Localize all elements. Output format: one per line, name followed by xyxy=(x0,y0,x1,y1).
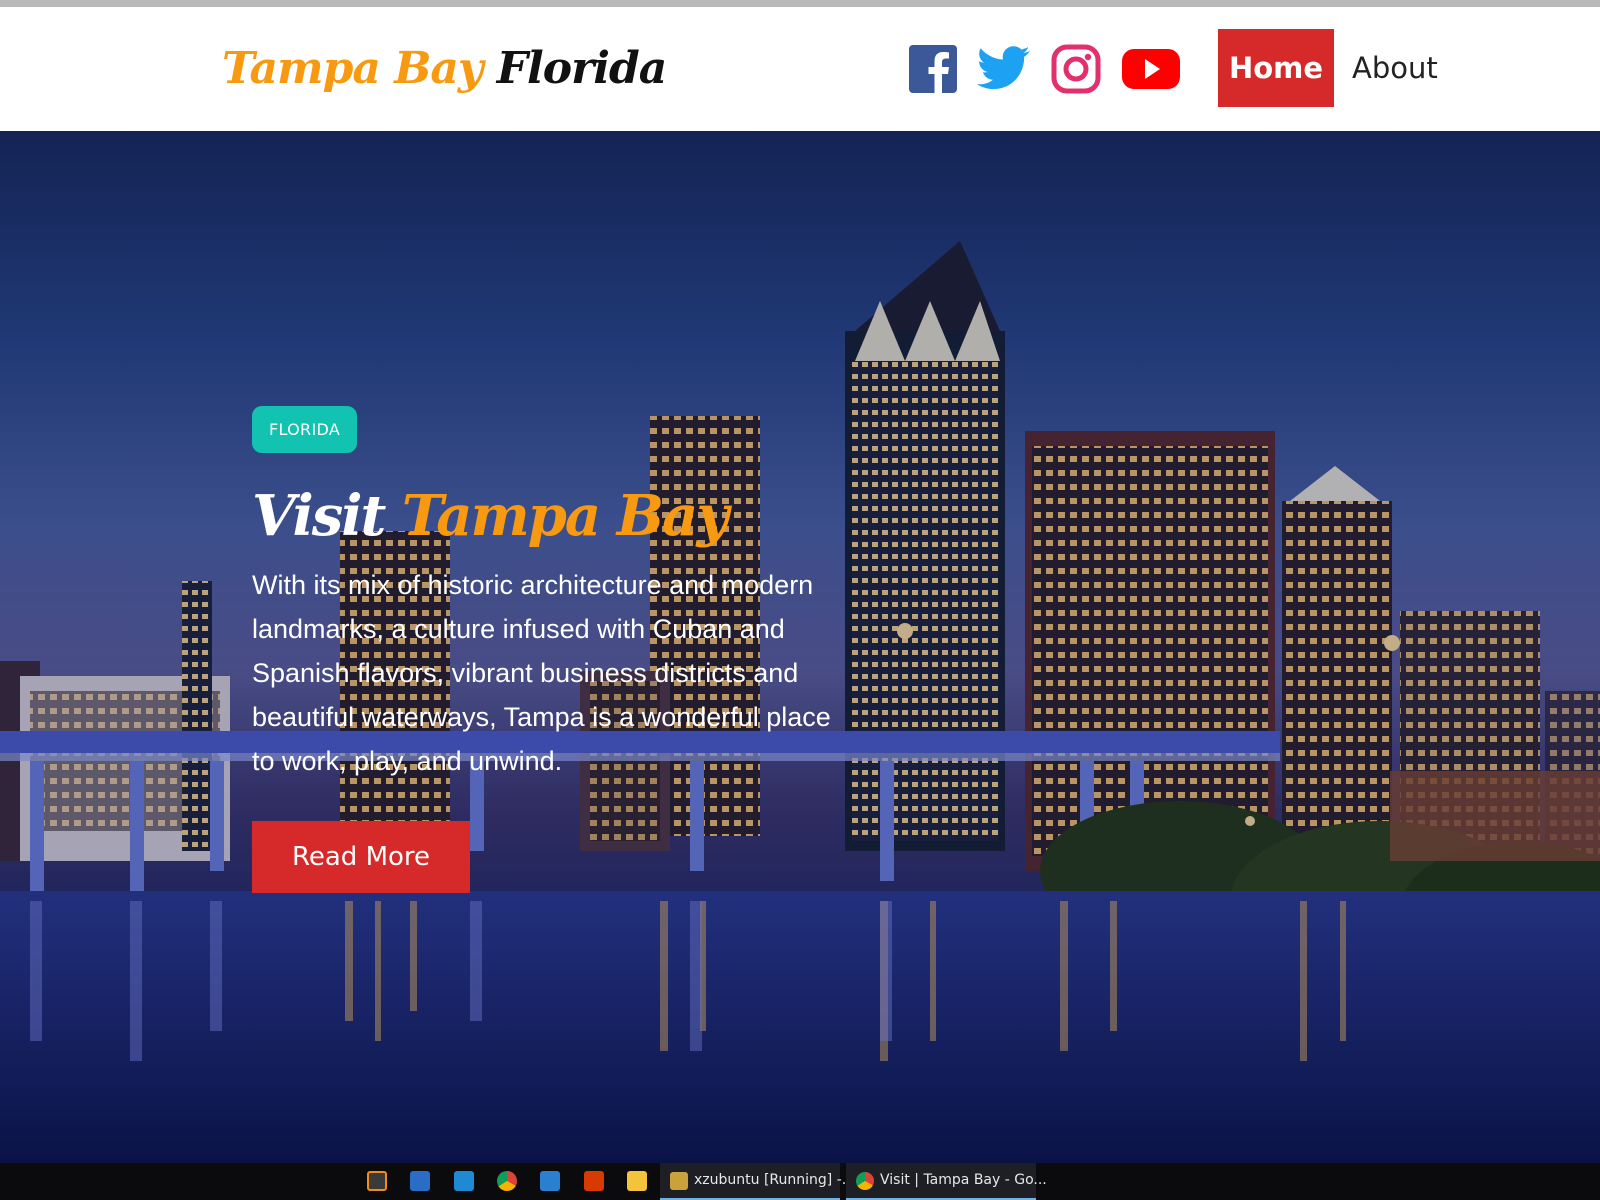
logo-text-tampa-bay: Tampa Bay xyxy=(222,43,483,94)
mail-icon[interactable] xyxy=(410,1171,430,1191)
youtube-icon[interactable] xyxy=(1121,43,1181,95)
virtualbox-icon xyxy=(670,1172,688,1190)
read-more-button[interactable]: Read More xyxy=(252,821,470,893)
photos-icon[interactable] xyxy=(540,1171,560,1191)
taskbar-task-virtualbox[interactable]: xzubuntu [Running] -... xyxy=(660,1163,855,1200)
logo-text-florida: Florida xyxy=(496,43,667,94)
chrome-icon[interactable] xyxy=(497,1171,517,1191)
nav-about-link[interactable]: About xyxy=(1352,29,1438,107)
os-taskbar: xzubuntu [Running] -... Visit | Tampa Ba… xyxy=(0,1163,1600,1200)
category-tag[interactable]: FLORIDA xyxy=(252,406,358,453)
twitter-icon[interactable] xyxy=(976,43,1030,95)
taskbar-task-chrome[interactable]: Visit | Tampa Bay - Go... xyxy=(846,1163,1047,1200)
vscode-icon[interactable] xyxy=(454,1171,474,1191)
hero-title: Visit Tampa Bay xyxy=(252,481,852,551)
office-icon[interactable] xyxy=(584,1171,604,1191)
site-header: Tampa Bay Florida Home About xyxy=(0,7,1600,131)
window-top-edge xyxy=(0,0,1600,7)
nav-home-link[interactable]: Home xyxy=(1218,29,1334,107)
hero-title-visit: Visit xyxy=(252,483,386,549)
task-label: Visit | Tampa Bay - Go... xyxy=(880,1172,1047,1188)
hero-section: FLORIDA Visit Tampa Bay With its mix of … xyxy=(0,131,1600,1163)
instagram-icon[interactable] xyxy=(1050,43,1102,95)
facebook-icon[interactable] xyxy=(907,43,959,95)
hero-title-tampa-bay: Tampa Bay xyxy=(401,483,729,549)
sublime-text-icon[interactable] xyxy=(367,1171,387,1191)
file-explorer-icon[interactable] xyxy=(627,1171,647,1191)
task-label: xzubuntu [Running] -... xyxy=(694,1172,856,1188)
hero-description: With its mix of historic architecture an… xyxy=(252,570,831,776)
site-logo[interactable]: Tampa Bay Florida xyxy=(222,43,667,94)
chrome-icon xyxy=(856,1172,874,1190)
hero-content: FLORIDA Visit Tampa Bay With its mix of … xyxy=(252,406,852,893)
